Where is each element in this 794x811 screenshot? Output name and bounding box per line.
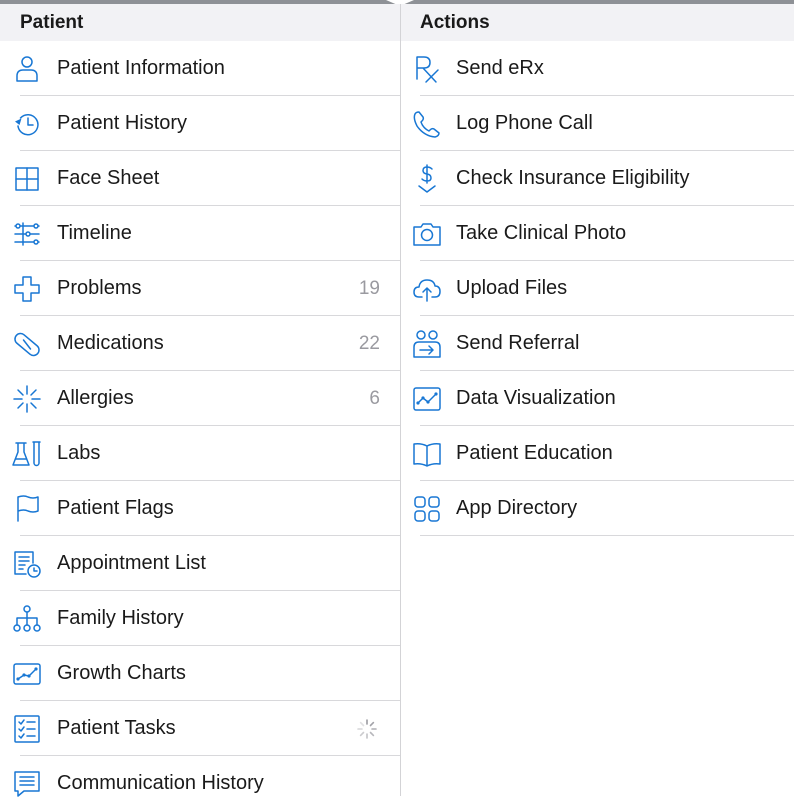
medical-cross-icon: [12, 274, 42, 304]
menu-item-label: Patient History: [57, 112, 188, 134]
menu-item-label: Face Sheet: [57, 167, 160, 189]
menu-item-problems[interactable]: Problems 19: [0, 261, 400, 316]
menu-item-communication-history[interactable]: Communication History: [0, 756, 400, 811]
menu-item-label: Medications: [57, 332, 164, 354]
action-label: Data Visualization: [456, 387, 616, 409]
patient-menu-list: Patient Information Patient History Face…: [0, 41, 400, 811]
action-label: App Directory: [456, 497, 578, 519]
flag-icon: [12, 494, 42, 524]
actions-column: Actions Send eRx Log Phone Call Check In…: [401, 4, 794, 796]
menu-item-label: Problems: [57, 277, 142, 299]
history-clock-icon: [12, 109, 42, 139]
message-icon: [12, 769, 42, 799]
loading-spinner: [356, 718, 378, 740]
rx-icon: [412, 54, 442, 84]
menu-item-label: Patient Tasks: [57, 717, 176, 739]
referral-icon: [412, 329, 442, 359]
action-upload-files[interactable]: Upload Files: [401, 261, 794, 316]
menu-item-label: Patient Flags: [57, 497, 174, 519]
timeline-icon: [12, 219, 42, 249]
menu-item-label: Patient Information: [57, 57, 225, 79]
action-label: Check Insurance Eligibility: [456, 167, 690, 189]
menu-item-labs[interactable]: Labs: [0, 426, 400, 481]
menu-item-family-history[interactable]: Family History: [0, 591, 400, 646]
action-send-referral[interactable]: Send Referral: [401, 316, 794, 371]
lab-beaker-icon: [12, 439, 42, 469]
action-label: Take Clinical Photo: [456, 222, 627, 244]
menu-item-timeline[interactable]: Timeline: [0, 206, 400, 261]
menu-item-label: Family History: [57, 607, 184, 629]
action-take-clinical-photo[interactable]: Take Clinical Photo: [401, 206, 794, 261]
problems-count: 19: [358, 278, 380, 299]
allergies-count: 6: [369, 388, 380, 409]
camera-icon: [412, 219, 442, 249]
person-icon: [12, 54, 42, 84]
checklist-icon: [12, 714, 42, 744]
book-icon: [412, 439, 442, 469]
menu-item-label: Communication History: [57, 772, 264, 794]
action-check-insurance-eligibility[interactable]: Check Insurance Eligibility: [401, 151, 794, 206]
menu-item-face-sheet[interactable]: Face Sheet: [0, 151, 400, 206]
family-tree-icon: [12, 604, 42, 634]
menu-item-label: Labs: [57, 442, 101, 464]
menu-item-patient-information[interactable]: Patient Information: [0, 41, 400, 96]
action-app-directory[interactable]: App Directory: [401, 481, 794, 536]
patient-column: Patient Patient Information Patient Hist…: [0, 4, 400, 797]
action-label: Upload Files: [456, 277, 568, 299]
grid-icon: [12, 164, 42, 194]
appointment-list-icon: [12, 549, 42, 579]
action-label: Send eRx: [456, 57, 544, 79]
action-label: Patient Education: [456, 442, 613, 464]
menu-item-medications[interactable]: Medications 22: [0, 316, 400, 371]
menu-item-label: Timeline: [57, 222, 132, 244]
menu-item-patient-flags[interactable]: Patient Flags: [0, 481, 400, 536]
actions-section-header: Actions: [401, 4, 794, 41]
pill-icon: [12, 329, 42, 359]
action-log-phone-call[interactable]: Log Phone Call: [401, 96, 794, 151]
actions-menu-list: Send eRx Log Phone Call Check Insurance …: [401, 41, 794, 536]
menu-item-label: Appointment List: [57, 552, 206, 574]
action-send-erx[interactable]: Send eRx: [401, 41, 794, 96]
cloud-upload-icon: [412, 274, 442, 304]
menu-item-patient-tasks[interactable]: Patient Tasks: [0, 701, 400, 756]
allergy-burst-icon: [12, 384, 42, 414]
action-label: Log Phone Call: [456, 112, 593, 134]
data-chart-icon: [412, 384, 442, 414]
menu-item-label: Allergies: [57, 387, 134, 409]
medications-count: 22: [358, 333, 380, 354]
menu-item-label: Growth Charts: [57, 662, 186, 684]
menu-item-appointment-list[interactable]: Appointment List: [0, 536, 400, 591]
phone-icon: [412, 109, 442, 139]
dollar-check-icon: [412, 164, 442, 194]
growth-chart-icon: [12, 659, 42, 689]
menu-item-allergies[interactable]: Allergies 6: [0, 371, 400, 426]
menu-item-patient-history[interactable]: Patient History: [0, 96, 400, 151]
action-patient-education[interactable]: Patient Education: [401, 426, 794, 481]
patient-section-header: Patient: [0, 4, 400, 41]
action-data-visualization[interactable]: Data Visualization: [401, 371, 794, 426]
menu-item-growth-charts[interactable]: Growth Charts: [0, 646, 400, 701]
app-grid-icon: [412, 494, 442, 524]
action-label: Send Referral: [456, 332, 580, 354]
